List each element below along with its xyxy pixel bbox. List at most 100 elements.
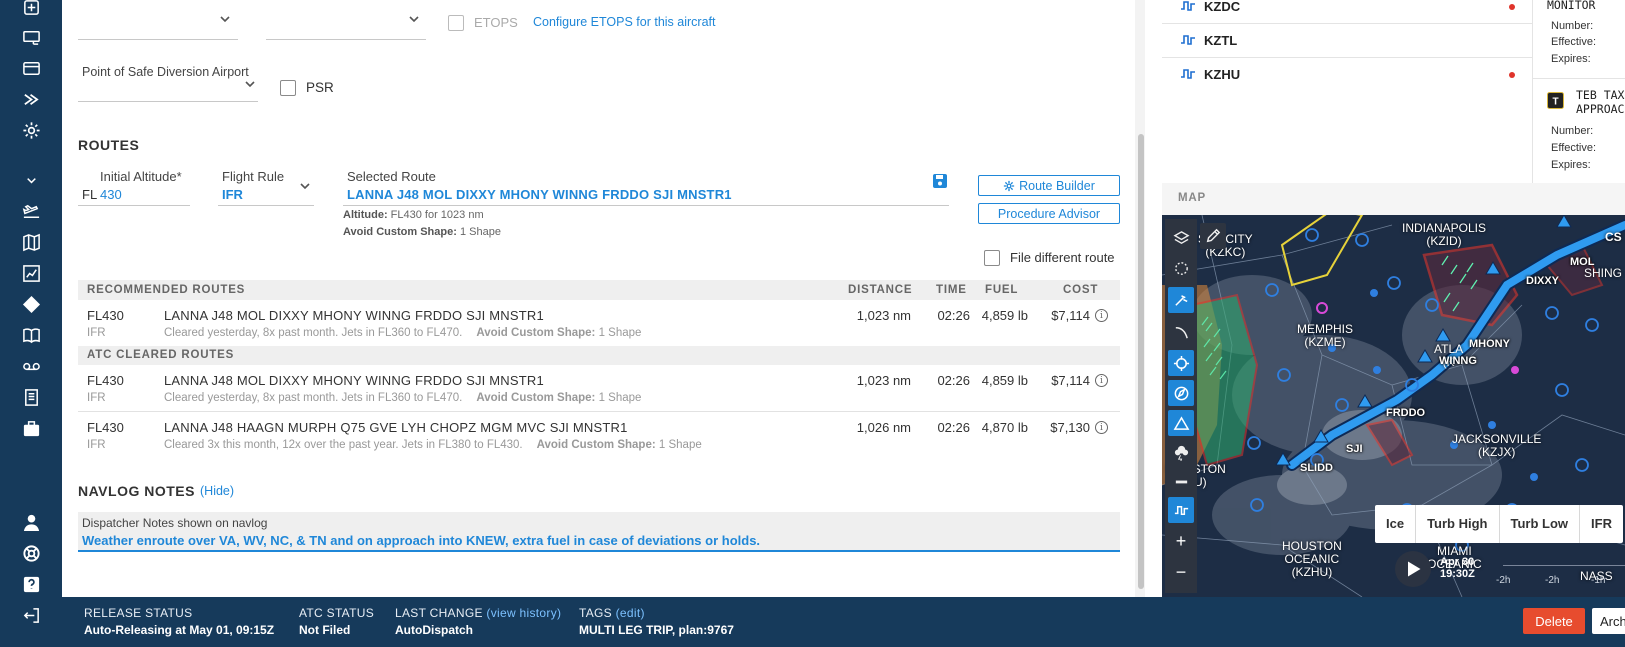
etops-checkbox[interactable] [448,15,464,31]
procedure-advisor-button[interactable]: Procedure Advisor [978,203,1120,224]
configure-etops-link[interactable]: Configure ETOPS for this aircraft [533,15,715,29]
notam-expires-label: Expires: [1551,53,1591,65]
delete-button[interactable]: Delete [1523,608,1585,634]
timeline-play-button[interactable] [1395,551,1431,587]
flight-rule-label: Flight Rule [222,169,285,184]
chevron-down-icon[interactable] [19,168,43,192]
route-builder-button[interactable]: Route Builder [978,175,1120,196]
wind-barb-icon[interactable] [1168,287,1194,313]
timeline-tick-label: -2h [1545,575,1560,586]
psd-airport-select[interactable]: Point of Safe Diversion Airport [78,58,258,102]
archive-button[interactable]: Arch [1592,608,1625,634]
minus-bar-icon[interactable] [1168,468,1194,494]
compass-icon[interactable] [1168,380,1194,406]
save-disk-icon[interactable] [932,173,948,189]
svg-text:T: T [1552,97,1558,108]
takeoff-icon[interactable] [19,199,43,223]
signal-pulse-icon[interactable] [1168,497,1194,523]
waypoint-label: WINNG [1439,355,1477,367]
map-section-header: MAP [1162,183,1625,215]
atc-status: ATC STATUS Not Filed [299,606,374,637]
route-time: 02:26 [937,420,970,435]
map-label-text: HOUSTON OCEANIC (KZHU) [1282,539,1342,579]
notam-panel: MONITOR Number: Effective: Expires: T TE… [1532,0,1625,185]
map-label-text: JACKSONVILLE (KZJX) [1452,432,1542,459]
notam-effective-label: Effective: [1551,142,1597,154]
last-change: LAST CHANGE (view history) AutoDispatch [395,606,561,637]
route-cost: $7,130 [1050,420,1090,435]
flight-rule-select[interactable]: Flight Rule IFR [218,166,314,206]
route-distance: 1,023 nm [856,308,911,323]
recommended-routes-header: RECOMMENDED ROUTES DISTANCE TIME FUEL CO… [78,280,1120,300]
curve-path-icon[interactable] [1168,319,1194,345]
card-icon[interactable] [19,56,43,80]
aircraft-select-1[interactable] [78,0,238,40]
voicemail-icon[interactable] [19,354,43,378]
diamond-icon[interactable] [19,292,43,316]
route-note-text: Cleared yesterday, 8x past month. Jets i… [164,392,463,404]
route-fuel: 4,870 lb [981,420,1028,435]
atc-route-row[interactable]: FL430 IFR LANNA J48 HAAGN MURPH Q75 GVE … [78,412,1120,458]
layer-turb-low-toggle[interactable]: Turb Low [1500,505,1581,543]
aircraft-board-icon[interactable] [19,25,43,49]
atc-route-row[interactable]: FL430 IFR LANNA J48 MOL DIXXY MHONY WINN… [78,365,1120,411]
map-label-text: INDIANAPOLIS (KZID) [1402,221,1487,248]
altitude-info-value: FL430 for 1023 nm [390,209,484,221]
facility-row-kzhu[interactable]: KZHU [1162,58,1532,92]
release-status: RELEASE STATUS Auto-Releasing at May 01,… [84,606,274,637]
document-icon[interactable] [19,385,43,409]
triangle-icon[interactable] [1168,410,1194,436]
map-section-title: MAP [1178,192,1206,204]
logout-icon[interactable] [19,603,43,627]
route-string: LANNA J48 MOL DIXXY MHONY WINNG FRDDO SJ… [164,373,544,388]
dispatch-arrows-icon[interactable] [19,87,43,111]
info-icon[interactable]: i [1095,374,1108,387]
book-icon[interactable] [19,323,43,347]
crosshair-icon[interactable] [1168,350,1194,376]
help-icon[interactable] [19,572,43,596]
map-book-icon[interactable] [19,230,43,254]
signal-pulse-icon [1181,69,1195,79]
route-flight-level: FL430 [87,420,124,435]
chart-icon[interactable] [19,261,43,285]
recommended-route-row[interactable]: FL430 IFR LANNA J48 MOL DIXXY MHONY WINN… [78,300,1120,346]
zoom-out-button[interactable]: − [1165,559,1197,585]
flight-status-bar: RELEASE STATUS Auto-Releasing at May 01,… [62,597,1625,647]
initial-altitude-field[interactable]: Initial Altitude* FL 430 [78,166,190,206]
facility-row-kzdc[interactable]: KZDC [1162,0,1532,24]
view-history-link[interactable]: (view history) [486,606,561,620]
file-different-route-checkbox[interactable] [984,250,1000,266]
facility-row-kztl[interactable]: KZTL [1162,24,1532,58]
flight-add-icon[interactable] [19,0,43,19]
recommended-routes-title: RECOMMENDED ROUTES [87,284,246,296]
info-icon[interactable]: i [1095,421,1108,434]
dispatcher-notes-field[interactable]: Dispatcher Notes shown on navlog Weather… [78,512,1120,552]
briefcase-icon[interactable] [19,416,43,440]
zoom-in-button[interactable]: + [1165,528,1197,554]
layer-turb-high-toggle[interactable]: Turb High [1416,505,1500,543]
facility-name: KZTL [1204,33,1238,48]
settings-gear-icon[interactable] [19,118,43,142]
user-icon[interactable] [19,510,43,534]
selected-route-field[interactable]: Selected Route LANNA J48 MOL DIXXY MHONY… [343,166,949,206]
signal-pulse-icon [1181,1,1195,11]
aircraft-select-2[interactable] [266,0,426,40]
atc-status-label: ATC STATUS [299,606,374,620]
col-cost: COST [1063,284,1099,296]
dashed-circle-icon[interactable] [1168,255,1194,281]
alert-dot [1509,4,1515,10]
ruler-pencil-icon[interactable] [1200,223,1226,249]
navlog-hide-link[interactable]: (Hide) [200,484,234,498]
route-time: 02:26 [937,308,970,323]
edit-tags-link[interactable]: (edit) [616,606,645,620]
layers-icon[interactable] [1168,225,1194,251]
layer-ifr-toggle[interactable]: IFR [1580,505,1623,543]
timeline-track[interactable] [1503,565,1625,566]
main-scrollbar-thumb[interactable] [1138,134,1144,589]
info-icon[interactable]: i [1095,309,1108,322]
psr-checkbox[interactable] [280,80,296,96]
storm-cloud-icon[interactable] [1168,439,1194,465]
layer-ice-toggle[interactable]: Ice [1375,505,1417,543]
map-label-text: SHING [1584,266,1623,280]
lifebuoy-icon[interactable] [19,541,43,565]
